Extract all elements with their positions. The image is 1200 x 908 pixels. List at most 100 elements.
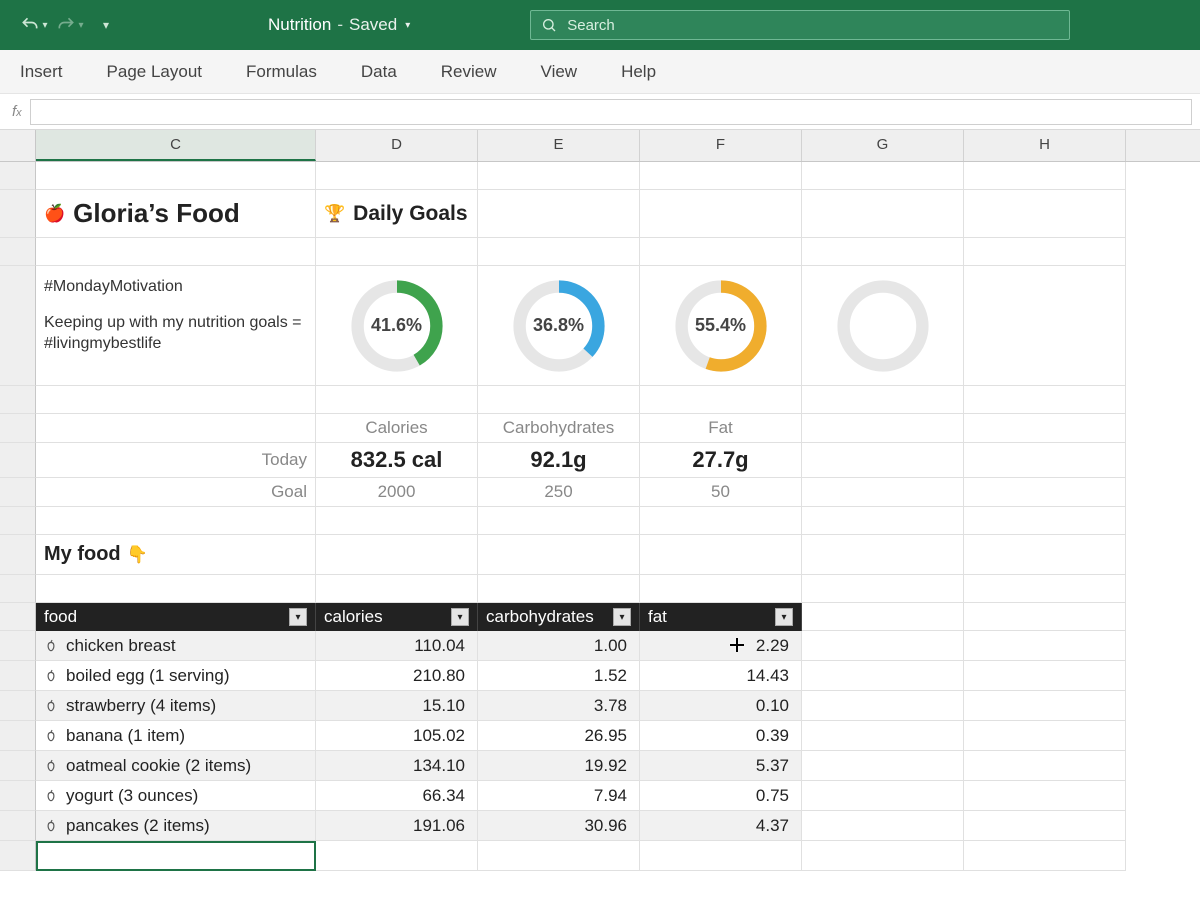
- today-fat[interactable]: 27.7g: [640, 443, 802, 478]
- th-carbs[interactable]: carbohydrates▾: [478, 603, 640, 631]
- col-header-g[interactable]: G: [802, 130, 964, 161]
- table-row[interactable]: 26.95: [478, 721, 640, 751]
- row-header[interactable]: [0, 691, 36, 721]
- row-label-goal[interactable]: Goal: [36, 478, 316, 507]
- table-row[interactable]: 0.39: [640, 721, 802, 751]
- filter-dropdown-icon[interactable]: ▾: [451, 608, 469, 626]
- note-line2: Keeping up with my nutrition goals = #li…: [44, 312, 307, 355]
- today-carbs[interactable]: 92.1g: [478, 443, 640, 478]
- spreadsheet-grid[interactable]: 🍎 Gloria’s Food 🏆 Daily Goals #MondayMot…: [0, 162, 1200, 871]
- table-row[interactable]: 105.02: [316, 721, 478, 751]
- apple-icon: 🍎: [44, 204, 65, 224]
- table-row[interactable]: oatmeal cookie (2 items): [36, 751, 316, 781]
- label-calories[interactable]: Calories: [316, 414, 478, 443]
- row-header[interactable]: [0, 162, 36, 190]
- label-fat[interactable]: Fat: [640, 414, 802, 443]
- goal-fat[interactable]: 50: [640, 478, 802, 507]
- undo-button[interactable]: ▾: [20, 11, 48, 39]
- table-row[interactable]: 7.94: [478, 781, 640, 811]
- table-row[interactable]: 1.52: [478, 661, 640, 691]
- table-row[interactable]: 0.10: [640, 691, 802, 721]
- goals-title: Daily Goals: [353, 202, 467, 226]
- filter-dropdown-icon[interactable]: ▾: [775, 608, 793, 626]
- table-row[interactable]: 1.00: [478, 631, 640, 661]
- table-row[interactable]: 19.92: [478, 751, 640, 781]
- fx-icon[interactable]: fx: [8, 103, 30, 120]
- label-carbs[interactable]: Carbohydrates: [478, 414, 640, 443]
- table-row[interactable]: boiled egg (1 serving): [36, 661, 316, 691]
- food-icon: [44, 669, 60, 683]
- active-cell[interactable]: [36, 841, 316, 871]
- row-header[interactable]: [0, 751, 36, 781]
- donut-carbs[interactable]: 36.8%: [478, 266, 640, 386]
- table-row[interactable]: 5.37: [640, 751, 802, 781]
- col-header-h[interactable]: H: [964, 130, 1126, 161]
- tab-review[interactable]: Review: [441, 62, 497, 82]
- donut-fat[interactable]: 55.4%: [640, 266, 802, 386]
- search-box[interactable]: [530, 10, 1070, 40]
- table-row[interactable]: 3.78: [478, 691, 640, 721]
- save-state: Saved: [349, 15, 397, 35]
- select-all-corner[interactable]: [0, 130, 36, 161]
- row-label-today[interactable]: Today: [36, 443, 316, 478]
- table-row[interactable]: 4.37: [640, 811, 802, 841]
- tab-view[interactable]: View: [541, 62, 578, 82]
- today-calories[interactable]: 832.5 cal: [316, 443, 478, 478]
- table-row[interactable]: 30.96: [478, 811, 640, 841]
- col-header-e[interactable]: E: [478, 130, 640, 161]
- table-row[interactable]: chicken breast: [36, 631, 316, 661]
- table-row[interactable]: yogurt (3 ounces): [36, 781, 316, 811]
- table-row[interactable]: 210.80: [316, 661, 478, 691]
- doc-name: Nutrition: [268, 15, 331, 35]
- table-row[interactable]: strawberry (4 items): [36, 691, 316, 721]
- table-row[interactable]: 15.10: [316, 691, 478, 721]
- pointing-down-icon: 👇: [127, 545, 148, 565]
- col-header-f[interactable]: F: [640, 130, 802, 161]
- goal-calories[interactable]: 2000: [316, 478, 478, 507]
- document-title[interactable]: Nutrition - Saved ▾: [268, 15, 410, 35]
- table-row[interactable]: banana (1 item): [36, 721, 316, 751]
- row-header[interactable]: [0, 190, 36, 238]
- table-row[interactable]: 191.06: [316, 811, 478, 841]
- filter-dropdown-icon[interactable]: ▾: [289, 608, 307, 626]
- redo-button[interactable]: ▾: [56, 11, 84, 39]
- th-calories[interactable]: calories▾: [316, 603, 478, 631]
- tab-help[interactable]: Help: [621, 62, 656, 82]
- sheet-title: Gloria’s Food: [73, 198, 240, 229]
- section-myfood-cell[interactable]: My food 👇: [36, 535, 316, 575]
- table-row[interactable]: 14.43: [640, 661, 802, 691]
- donut-calories-pct: 41.6%: [345, 274, 449, 378]
- col-header-d[interactable]: D: [316, 130, 478, 161]
- goals-title-cell[interactable]: 🏆 Daily Goals: [316, 190, 478, 238]
- table-row[interactable]: 0.75: [640, 781, 802, 811]
- table-row[interactable]: 110.04: [316, 631, 478, 661]
- table-row[interactable]: pancakes (2 items): [36, 811, 316, 841]
- ribbon-tabs: Insert Page Layout Formulas Data Review …: [0, 50, 1200, 94]
- tab-data[interactable]: Data: [361, 62, 397, 82]
- th-food[interactable]: food▾: [36, 603, 316, 631]
- donut-calories[interactable]: 41.6%: [316, 266, 478, 386]
- food-icon: [44, 789, 60, 803]
- col-header-c[interactable]: C: [36, 130, 316, 161]
- note-cell[interactable]: #MondayMotivation Keeping up with my nut…: [36, 266, 316, 386]
- search-input[interactable]: [565, 16, 1059, 35]
- goal-carbs[interactable]: 250: [478, 478, 640, 507]
- row-header[interactable]: [0, 631, 36, 661]
- table-row[interactable]: 2.29: [640, 631, 802, 661]
- row-header[interactable]: [0, 811, 36, 841]
- tab-page-layout[interactable]: Page Layout: [107, 62, 202, 82]
- row-header[interactable]: [0, 661, 36, 691]
- tab-formulas[interactable]: Formulas: [246, 62, 317, 82]
- tab-insert[interactable]: Insert: [20, 62, 63, 82]
- formula-input[interactable]: [30, 99, 1192, 125]
- row-header[interactable]: [0, 841, 36, 871]
- sheet-title-cell[interactable]: 🍎 Gloria’s Food: [36, 190, 316, 238]
- table-row[interactable]: 134.10: [316, 751, 478, 781]
- donut-empty[interactable]: [802, 266, 964, 386]
- th-fat[interactable]: fat▾: [640, 603, 802, 631]
- filter-dropdown-icon[interactable]: ▾: [613, 608, 631, 626]
- row-header[interactable]: [0, 781, 36, 811]
- quick-access-overflow[interactable]: ▾: [92, 11, 120, 39]
- row-header[interactable]: [0, 721, 36, 751]
- table-row[interactable]: 66.34: [316, 781, 478, 811]
